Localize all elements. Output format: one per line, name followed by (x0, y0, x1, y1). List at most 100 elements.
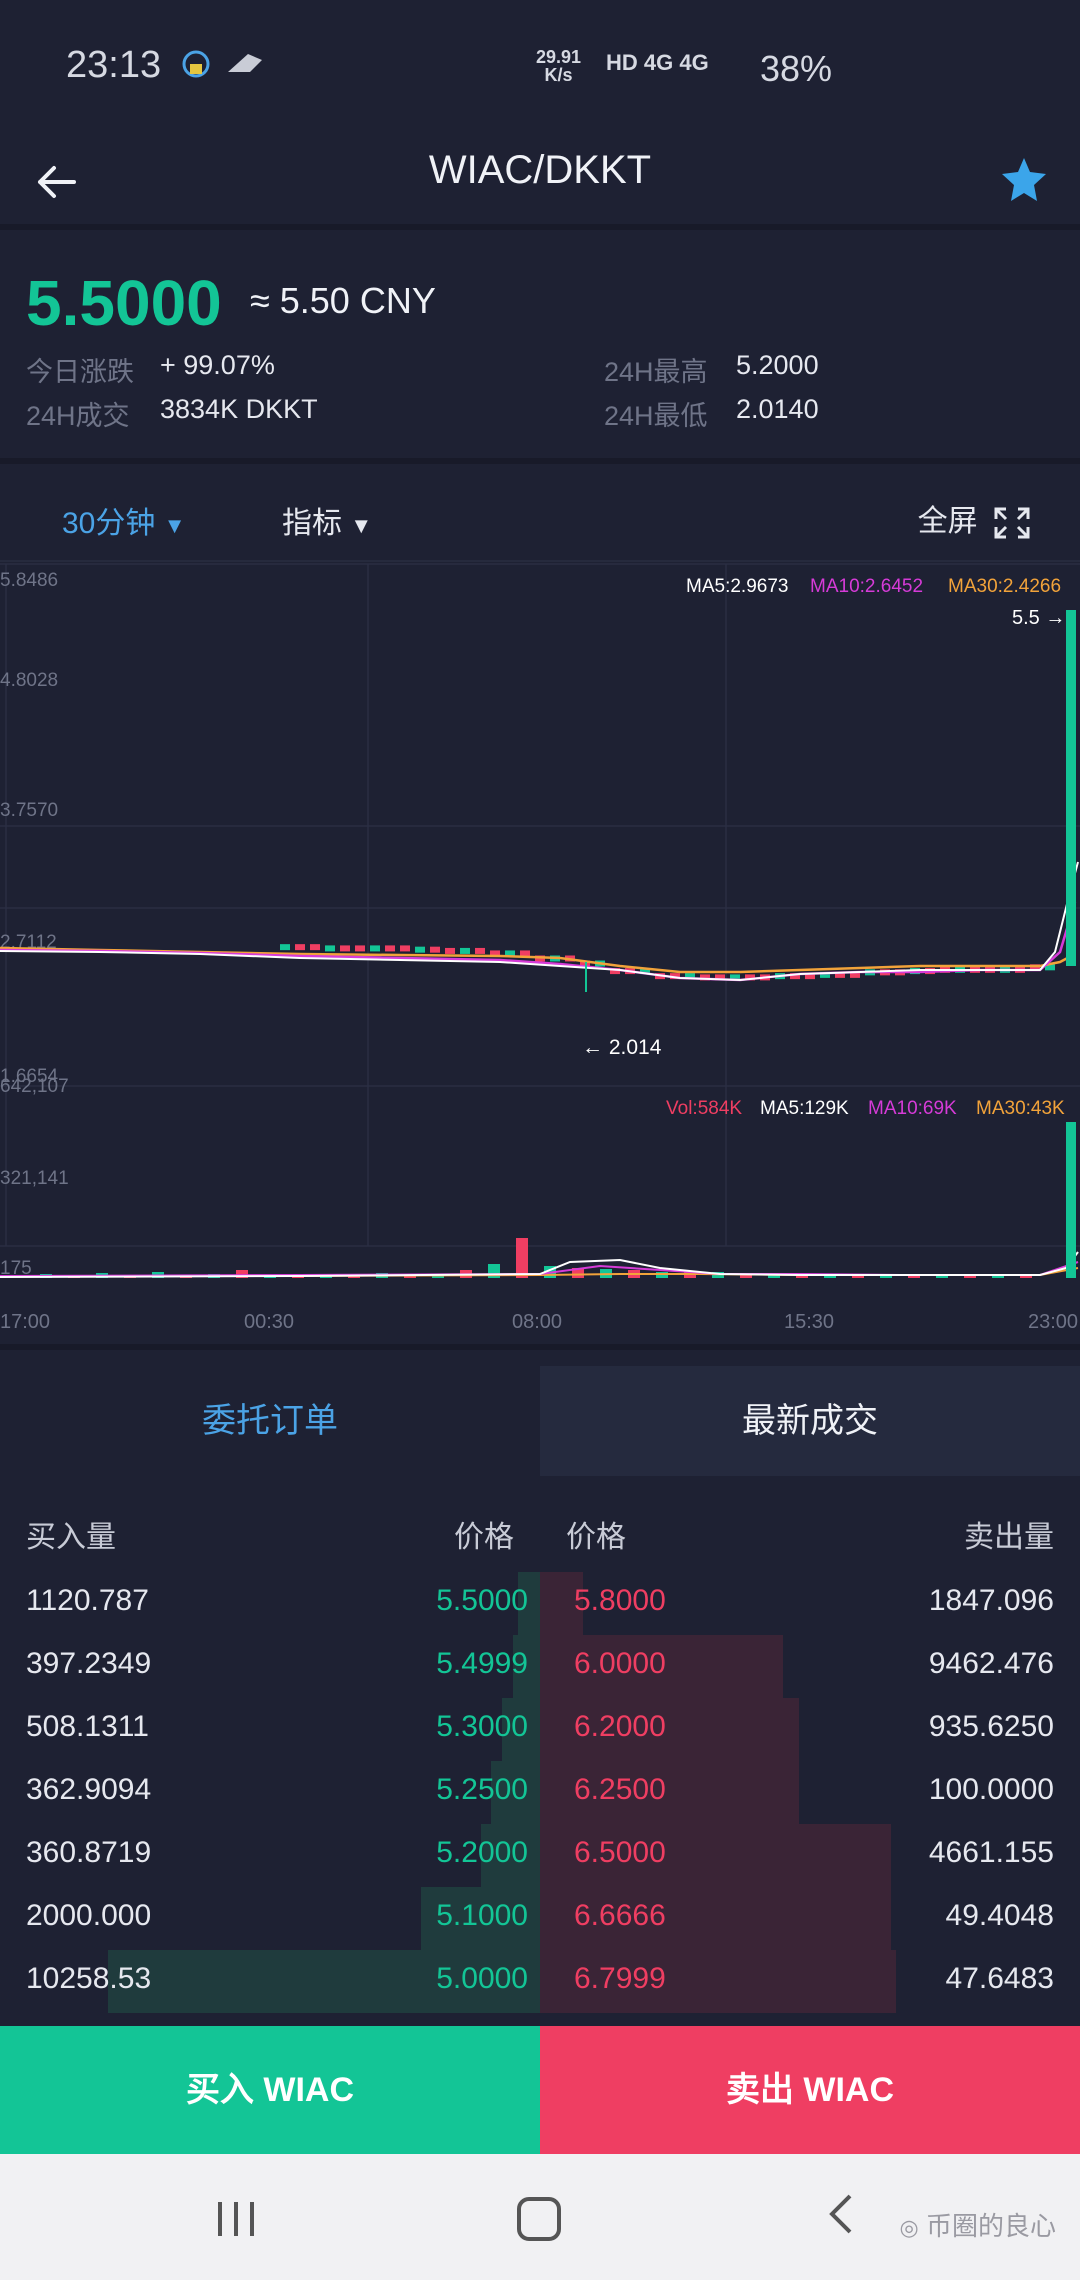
ticker-summary: 5.5000 ≈ 5.50 CNY 今日涨跌 + 99.07% 24H成交 38… (0, 236, 1080, 464)
buy-qty: 360.8719 (26, 1836, 152, 1869)
bell-icon (182, 50, 262, 78)
candle (460, 947, 470, 954)
favorite-button[interactable] (994, 150, 1054, 210)
caret-down-icon: ▼ (350, 513, 373, 538)
candle (310, 944, 320, 951)
back-chevron-icon[interactable] (822, 2190, 862, 2240)
high-label: 24H最高 (604, 357, 708, 387)
indicator-dropdown[interactable]: 指标 ▼ (282, 498, 372, 542)
buy-button[interactable]: 买入 WIAC (0, 2026, 540, 2154)
sell-button[interactable]: 卖出 WIAC (540, 2026, 1080, 2154)
status-time: 23:13 (66, 44, 162, 86)
buy-price-header: 价格 (454, 1521, 514, 1554)
home-icon[interactable] (514, 2194, 564, 2244)
ma5-legend: MA5:2.9673 (686, 576, 788, 597)
vol-ma5-legend: MA5:129K (760, 1098, 849, 1119)
volume-label: 24H成交 (26, 401, 130, 431)
watermark: ◎ 币圈的良心 (899, 2211, 1056, 2241)
price-tick: 4.8028 (0, 670, 58, 691)
vol-ma30-legend: MA30:43K (976, 1098, 1065, 1119)
sell-qty: 9462.476 (928, 1647, 1054, 1680)
candlestick-chart[interactable]: 5.8486 4.8028 3.7570 2.7112 1.6654 MA5:2… (0, 562, 1080, 1352)
volume-bars (40, 1238, 1032, 1278)
sell-price: 6.5000 (574, 1836, 666, 1869)
sell-qty: 4661.155 (928, 1836, 1054, 1869)
ma10-legend: MA10:2.6452 (810, 576, 923, 597)
network-speed: 29.91 K/s (536, 47, 582, 85)
sell-price: 6.0000 (574, 1647, 666, 1680)
chart-panel: 30分钟 ▼ 指标 ▼ 全屏 5.8486 4.8028 3.7570 2.71… (0, 470, 1080, 1350)
candle (280, 944, 290, 951)
table-row[interactable]: 10258.53 5.0000 6.7999 47.6483 (0, 1950, 1080, 2013)
tab-orders[interactable]: 委托订单 (0, 1366, 540, 1476)
table-row[interactable]: 508.1311 5.3000 6.2000 935.6250 (0, 1698, 1080, 1761)
last-candle (1066, 610, 1076, 966)
recents-icon[interactable] (212, 2194, 262, 2244)
candle (415, 946, 425, 953)
volume-bar (516, 1238, 528, 1278)
buy-price: 5.4999 (436, 1647, 528, 1680)
table-row[interactable]: 2000.000 5.1000 6.6666 49.4048 (0, 1887, 1080, 1950)
star-icon (1002, 158, 1046, 201)
price-cny: ≈ 5.50 CNY (250, 280, 436, 321)
status-bar: 23:13 29.91 K/s HD 4G 4G 38% (0, 0, 1080, 134)
buy-price: 5.2000 (436, 1836, 528, 1869)
time-tick: 08:00 (512, 1311, 562, 1333)
change-label: 今日涨跌 (26, 357, 134, 387)
candle (370, 945, 380, 952)
buy-price: 5.2500 (436, 1773, 528, 1806)
buy-qty: 508.1311 (26, 1710, 149, 1743)
change-value: + 99.07% (160, 350, 275, 380)
volume-value: 3834K DKKT (160, 394, 318, 424)
buy-qty: 1120.787 (26, 1584, 149, 1617)
buy-qty: 10258.53 (26, 1962, 152, 1995)
buy-qty: 397.2349 (26, 1647, 152, 1680)
sell-price: 6.7999 (574, 1962, 666, 1995)
candle (385, 945, 395, 952)
buy-price: 5.3000 (436, 1710, 528, 1743)
sell-qty: 1847.096 (928, 1584, 1054, 1617)
order-book: 买入量 价格 价格 卖出量 1120.787 5.5000 5.8000 1847.0… (0, 1476, 1080, 2026)
last-price: 5.5000 (26, 267, 222, 339)
caret-down-icon: ▼ (163, 513, 186, 538)
sell-qty: 100.0000 (928, 1773, 1054, 1806)
time-tick: 17:00 (0, 1311, 50, 1333)
buy-qty: 362.9094 (26, 1773, 152, 1806)
table-row[interactable]: 360.8719 5.2000 6.5000 4661.155 (0, 1824, 1080, 1887)
interval-dropdown[interactable]: 30分钟 ▼ (62, 498, 186, 542)
volume-tick: 642,107 (0, 1076, 69, 1097)
candle (400, 945, 410, 952)
time-tick: 15:30 (784, 1311, 834, 1333)
buy-price: 5.0000 (436, 1962, 528, 1995)
sell-price-header: 价格 (566, 1521, 626, 1554)
candles (280, 944, 1055, 981)
signal-icon: HD 4G 4G (606, 50, 709, 75)
buy-price: 5.1000 (436, 1899, 528, 1932)
sell-qty-header: 卖出量 (964, 1521, 1054, 1554)
high-value: 5.2000 (736, 350, 819, 380)
low-label: 24H最低 (604, 401, 708, 431)
tab-trades[interactable]: 最新成交 (540, 1366, 1080, 1476)
candle (325, 945, 335, 952)
table-row[interactable]: 1120.787 5.5000 5.8000 1847.096 (0, 1572, 1080, 1635)
fullscreen-button[interactable]: 全屏 (918, 496, 1032, 541)
buy-qty-header: 买入量 (26, 1521, 116, 1554)
vol-ma10-legend: MA10:69K (868, 1098, 957, 1119)
time-tick: 23:00 (1028, 1311, 1078, 1333)
page-title: WIAC/DKKT (428, 148, 652, 192)
candle (445, 947, 455, 954)
last-price-marker: 5.5 → (1012, 607, 1065, 629)
candle (295, 944, 305, 951)
candle (355, 945, 365, 952)
vol-legend: Vol:584K (666, 1098, 742, 1119)
time-tick: 00:30 (244, 1311, 294, 1333)
sell-qty: 49.4048 (945, 1899, 1054, 1932)
table-row[interactable]: 362.9094 5.2500 6.2500 100.0000 (0, 1761, 1080, 1824)
last-volume-bar (1066, 1122, 1076, 1278)
volume-tick: 321,141 (0, 1168, 69, 1189)
table-row[interactable]: 397.2349 5.4999 6.0000 9462.476 (0, 1635, 1080, 1698)
candle (340, 945, 350, 952)
chart-grid (0, 563, 1080, 1247)
trade-actions: 买入 WIAC 卖出 WIAC (0, 2026, 1080, 2154)
volume-bar (936, 1276, 948, 1278)
